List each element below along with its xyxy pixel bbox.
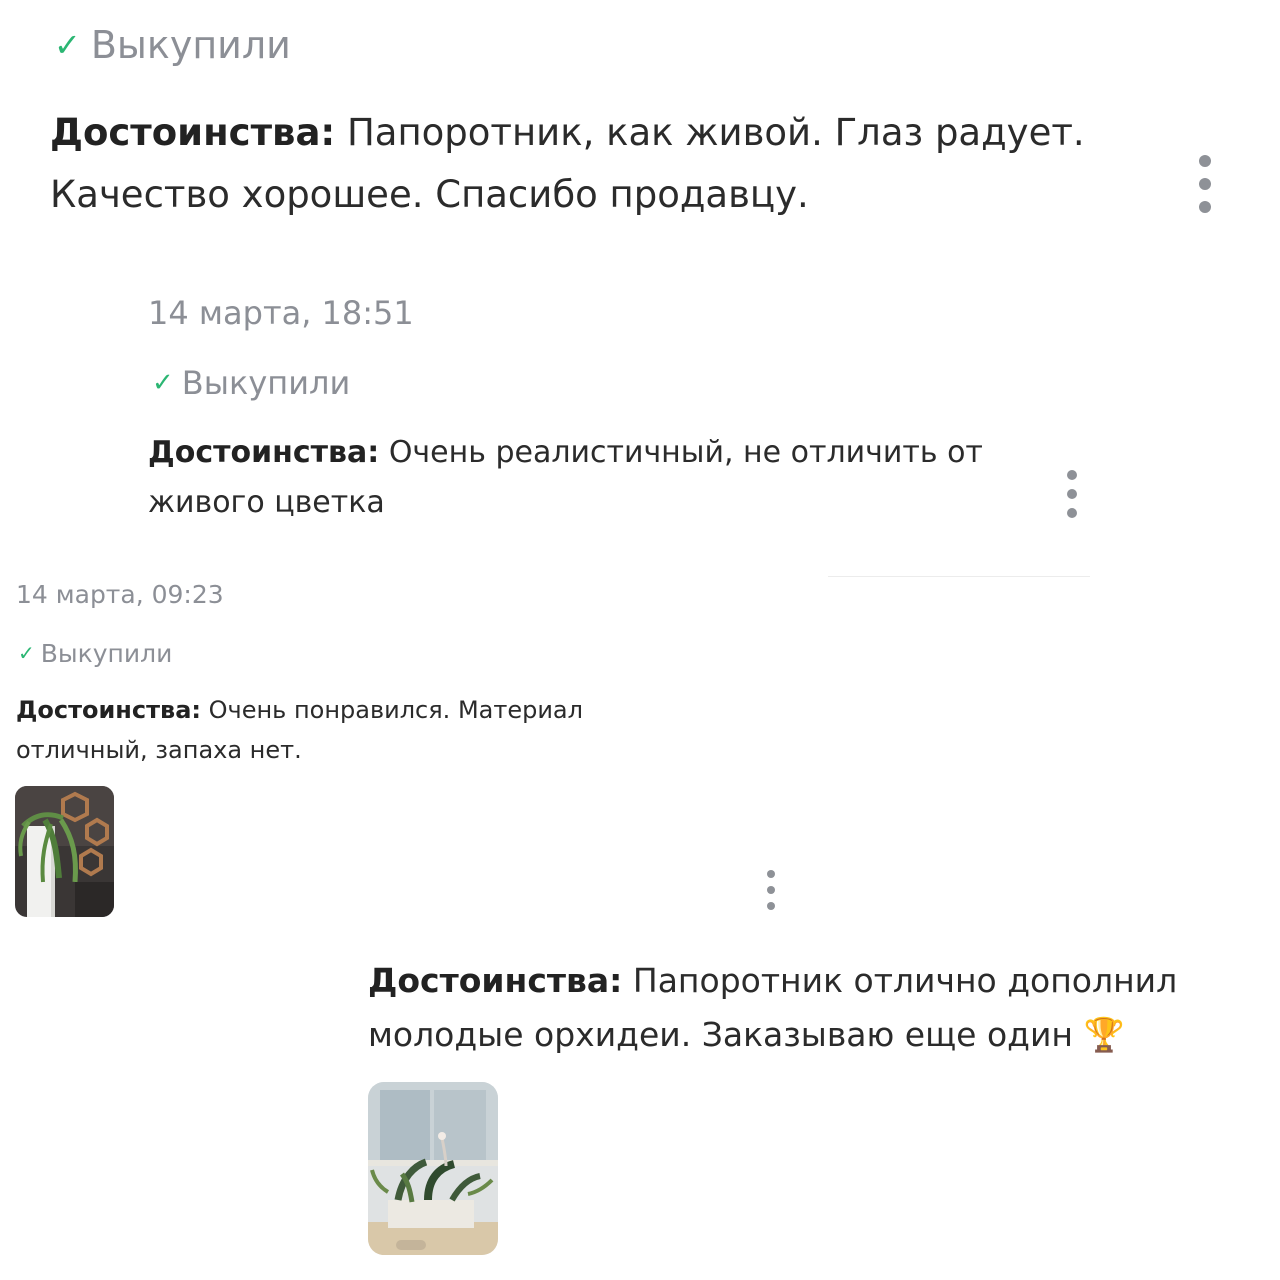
review-text: Достоинства: Папоротник, как живой. Глаз… — [50, 102, 1130, 226]
status-label: Выкупили — [40, 638, 173, 668]
review-card: 14 марта, 09:23 ✓ Выкупили Достоинства: … — [16, 578, 656, 770]
review-label: Достоинства: — [50, 111, 336, 154]
purchase-status: ✓ Выкупили — [18, 636, 656, 670]
review-text: Достоинства: Папоротник отлично дополнил… — [368, 954, 1218, 1062]
review-photo-thumbnail[interactable] — [368, 1082, 498, 1255]
trophy-icon: 🏆 — [1083, 1015, 1125, 1054]
review-card: 14 марта, 18:51 ✓ Выкупили Достоинства: … — [148, 290, 1048, 528]
status-label: Выкупили — [181, 364, 351, 402]
review-label: Достоинства: — [16, 696, 202, 724]
review-date: 14 марта, 18:51 — [148, 294, 414, 332]
more-vertical-icon[interactable] — [1194, 155, 1216, 213]
review-photo-thumbnail[interactable] — [15, 786, 114, 917]
divider — [828, 576, 1090, 577]
more-vertical-icon[interactable] — [1064, 470, 1080, 518]
review-label: Достоинства: — [148, 435, 380, 470]
review-text: Достоинства: Очень реалистичный, не отли… — [148, 428, 1028, 528]
review-label: Достоинства: — [368, 961, 623, 1000]
purchase-status: ✓ Выкупили — [152, 360, 1048, 406]
check-icon: ✓ — [18, 641, 35, 665]
review-card: ✓ Выкупили Достоинства: Папоротник, как … — [50, 18, 1170, 226]
review-card: Достоинства: Папоротник отлично дополнил… — [368, 954, 1228, 1062]
purchase-status: ✓ Выкупили — [54, 18, 1170, 72]
check-icon: ✓ — [152, 368, 174, 398]
status-label: Выкупили — [90, 23, 291, 67]
fern-window-photo — [368, 1082, 498, 1255]
more-vertical-icon[interactable] — [764, 870, 778, 910]
review-date: 14 марта, 09:23 — [16, 580, 224, 609]
check-icon: ✓ — [54, 26, 81, 64]
review-text: Достоинства: Очень понравился. Материал … — [16, 690, 616, 770]
fern-shelf-photo — [15, 786, 114, 917]
